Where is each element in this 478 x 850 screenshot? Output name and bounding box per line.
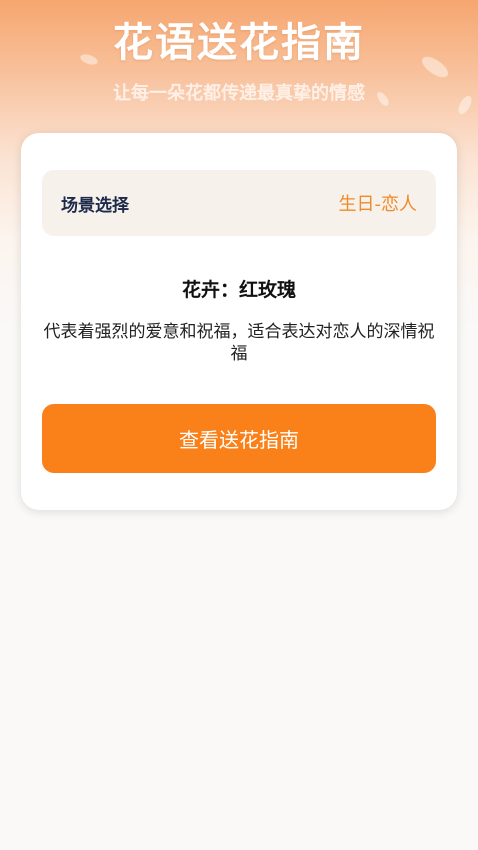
- flower-description: 代表着强烈的爱意和祝福，适合表达对恋人的深情祝福: [43, 322, 435, 364]
- flower-name: 花卉：红玫瑰: [181, 279, 296, 301]
- view-guide-button[interactable]: 查看送花指南: [42, 404, 436, 473]
- scene-value: 生日-恋人: [338, 194, 418, 215]
- page-subtitle: 让每一朵花都传递最真挚的情感: [113, 83, 365, 104]
- scene-selector[interactable]: 场景选择 生日-恋人: [42, 170, 436, 236]
- page-title: 花语送花指南: [113, 20, 365, 66]
- flower-guide-card: 场景选择 生日-恋人 花卉：红玫瑰 代表着强烈的爱意和祝福，适合表达对恋人的深情…: [21, 133, 457, 510]
- scene-label: 场景选择: [61, 195, 129, 216]
